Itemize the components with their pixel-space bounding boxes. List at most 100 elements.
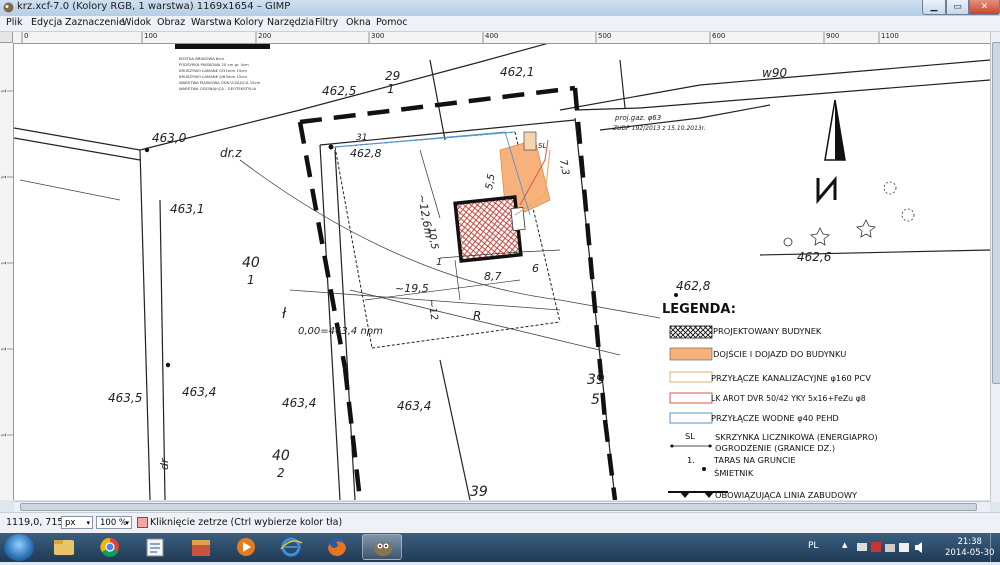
system-tray-icons bbox=[857, 542, 922, 553]
tray-expand-icon[interactable]: ▲ bbox=[842, 541, 847, 549]
ruler-top-label: 1100 bbox=[881, 32, 899, 40]
system-clock[interactable]: 21:38 2014-05-30 bbox=[945, 537, 994, 559]
map-label: 1 bbox=[436, 257, 442, 268]
status-bar: 1119,0, 715,0 px ▾ 100 % ▾ Kliknięcie zetr… bbox=[0, 512, 1000, 534]
chrome-icon bbox=[100, 537, 119, 557]
legend-item: ŚMIETNIK bbox=[714, 468, 754, 478]
legend-item: OBOWIĄZUJĄCA LINIA ZABUDOWY bbox=[715, 490, 858, 500]
taskbar-chrome[interactable] bbox=[90, 534, 130, 560]
taskbar-explorer[interactable] bbox=[44, 534, 84, 560]
maximize-button[interactable]: ▭ bbox=[946, 0, 969, 15]
chevron-down-icon: ▾ bbox=[86, 519, 90, 527]
window-titlebar[interactable]: krz.xcf-7.0 (Kolory RGB, 1 warstwa) 1169… bbox=[0, 0, 1000, 16]
vertical-scroll-thumb[interactable] bbox=[992, 42, 1000, 384]
table-line: KRUSZYWO ŁAMANE 0/31mm 15cm bbox=[179, 68, 247, 73]
map-label: 462,5 bbox=[322, 84, 356, 98]
table-line: KRUSZYWO ŁAMANE 0/63mm 15cm bbox=[179, 74, 247, 79]
legend-sl: SL bbox=[685, 431, 695, 441]
map-label: proj.gaz. φ63 bbox=[614, 114, 661, 122]
map-label: 7,3 bbox=[557, 159, 571, 177]
status-message: Kliknięcie zetrze (Ctrl wybierze kolor t… bbox=[150, 517, 343, 528]
map-label: ł bbox=[282, 306, 287, 322]
map-label: 463,1 bbox=[170, 202, 204, 216]
internet-explorer-icon bbox=[280, 537, 303, 557]
taskbar-media[interactable] bbox=[226, 534, 266, 560]
menu-obraz[interactable]: Obraz bbox=[157, 17, 185, 28]
legend-item: PRZYŁĄCZE KANALIZACYJNE φ160 PCV bbox=[711, 373, 871, 383]
firefox-icon bbox=[328, 538, 346, 556]
legend-item: LK AROT DVR 50/42 YKY 5x16+FeZu φ8 bbox=[711, 394, 866, 403]
legend-item: OGRODZENIE (GRANICE DZ.) bbox=[715, 443, 836, 453]
menu-filtry[interactable]: Filtry bbox=[315, 17, 338, 28]
map-label: 29 bbox=[385, 69, 400, 83]
map-label: ZUDP 192/2013 z 15.10.2013r. bbox=[612, 125, 706, 132]
map-label: 5 bbox=[591, 392, 600, 408]
gimp-icon bbox=[3, 2, 14, 13]
map-label: 463,4 bbox=[282, 396, 316, 410]
taskbar-ie[interactable] bbox=[271, 534, 311, 560]
zoom-value: 100 % bbox=[100, 518, 128, 528]
horizontal-scroll-thumb[interactable] bbox=[20, 503, 977, 511]
ruler-top-label: 200 bbox=[258, 32, 272, 40]
table-line: KOSTKA BRUKOWA 8cm bbox=[179, 56, 225, 61]
map-label: 1 bbox=[247, 273, 255, 287]
minimize-button[interactable]: ▁ bbox=[922, 0, 946, 15]
window-title: krz.xcf-7.0 (Kolory RGB, 1 warstwa) 1169… bbox=[17, 1, 291, 12]
legend-item: SKRZYNKA LICZNIKOWA (ENERGIAPRO) bbox=[715, 432, 878, 442]
map-label: 5,5 bbox=[484, 173, 498, 191]
close-button[interactable]: ✕ bbox=[969, 0, 1000, 15]
ruler-horizontal[interactable]: 0 100 200 300 400 500 600 900 1100 bbox=[13, 32, 990, 44]
menu-widok[interactable]: Widok bbox=[122, 17, 151, 28]
ruler-top-label: 300 bbox=[371, 32, 385, 40]
svg-text:1: 1 bbox=[1, 347, 8, 351]
unit-select[interactable]: px ▾ bbox=[61, 516, 93, 529]
chevron-down-icon: ▾ bbox=[125, 519, 129, 527]
svg-text:1: 1 bbox=[1, 261, 8, 265]
table-line: PODSYPKA PIASKOWA 20 cm gr. 4cm bbox=[179, 62, 249, 67]
ruler-vertical[interactable]: 1 1 1 1 1 bbox=[0, 43, 14, 500]
layer-table: KOSTKA BRUKOWA 8cm PODSYPKA PIASKOWA 20 … bbox=[175, 44, 270, 100]
ruler-top-label: 500 bbox=[598, 32, 612, 40]
menu-okna[interactable]: Okna bbox=[346, 17, 371, 28]
image-canvas[interactable]: 462,5 29 1 462,1 w90 463,0 dr.z 462,8 31… bbox=[14, 44, 990, 500]
menu-edycja[interactable]: Edycja bbox=[31, 17, 62, 28]
vertical-scrollbar[interactable] bbox=[990, 32, 1000, 502]
menu-kolory[interactable]: Kolory bbox=[234, 17, 264, 28]
legend-item: DOJŚCIE I DOJAZD DO BUDYNKU bbox=[713, 349, 847, 359]
map-label: SL bbox=[538, 142, 546, 150]
legend-title: LEGENDA: bbox=[662, 302, 736, 317]
map-label: 39 bbox=[587, 372, 605, 388]
legend-num: 1. bbox=[687, 455, 695, 465]
map-label: ~12 bbox=[425, 299, 439, 322]
start-button[interactable] bbox=[4, 534, 34, 561]
show-desktop-button[interactable] bbox=[990, 533, 1000, 562]
map-label: 462,8 bbox=[676, 279, 711, 293]
map-label: 462,8 bbox=[350, 147, 382, 160]
map-label: 462,6 bbox=[797, 250, 832, 264]
taskbar-firefox[interactable] bbox=[317, 534, 357, 560]
map-label: 8,7 bbox=[484, 270, 502, 283]
menu-narzedzia[interactable]: Narzędzia bbox=[267, 17, 314, 28]
map-label: 31 bbox=[356, 133, 367, 143]
menu-plik[interactable]: Plik bbox=[6, 17, 23, 28]
map-label: 40 bbox=[272, 448, 290, 464]
taskbar-archive[interactable] bbox=[181, 534, 221, 560]
ruler-top-label: 400 bbox=[485, 32, 499, 40]
horizontal-scrollbar[interactable] bbox=[14, 501, 990, 512]
map-label: R bbox=[473, 309, 481, 323]
map-label: 463,4 bbox=[397, 399, 431, 413]
ruler-corner[interactable] bbox=[0, 32, 13, 43]
zoom-select[interactable]: 100 % ▾ bbox=[96, 516, 132, 529]
legend-item: PRZYŁĄCZE WODNE φ40 PEHD bbox=[711, 413, 839, 423]
map-label: w90 bbox=[762, 66, 787, 80]
menu-pomoc[interactable]: Pomoc bbox=[376, 17, 408, 28]
menu-warstwa[interactable]: Warstwa bbox=[191, 17, 232, 28]
map-label: ~19,5 bbox=[395, 282, 429, 295]
language-indicator[interactable]: PL bbox=[808, 541, 818, 551]
map-label: 6 bbox=[532, 262, 539, 275]
menu-zaznaczenie[interactable]: Zaznaczenie bbox=[65, 17, 125, 28]
taskbar-gimp[interactable] bbox=[362, 534, 402, 560]
table-line: WARSTWA ODCINAJĄCA - GEOTEKSTYLIA bbox=[179, 86, 257, 91]
unit-value: px bbox=[65, 518, 76, 528]
taskbar-notes[interactable] bbox=[135, 534, 175, 560]
